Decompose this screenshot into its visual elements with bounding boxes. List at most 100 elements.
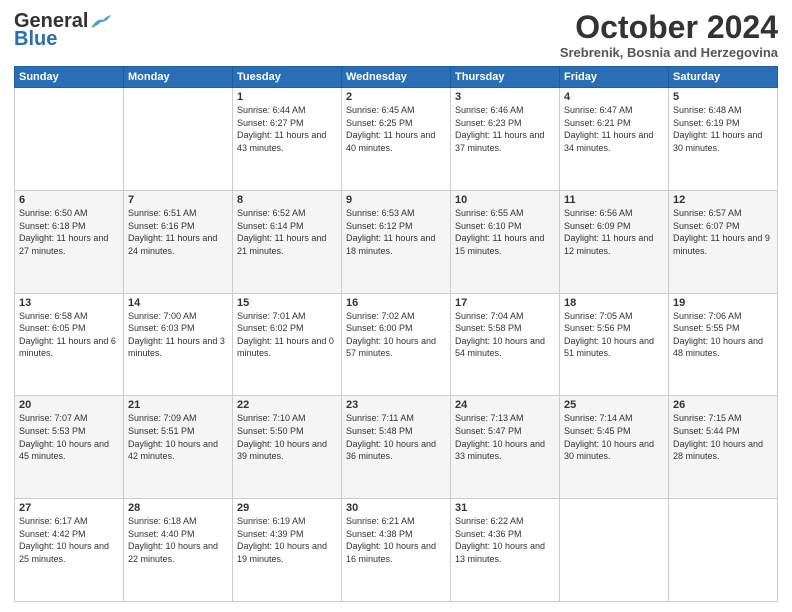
cell-info: Sunrise: 6:53 AMSunset: 6:12 PMDaylight:… bbox=[346, 207, 446, 257]
day-number: 3 bbox=[455, 91, 555, 103]
table-row: 23Sunrise: 7:11 AMSunset: 5:48 PMDayligh… bbox=[342, 396, 451, 499]
cell-info: Sunrise: 6:57 AMSunset: 6:07 PMDaylight:… bbox=[673, 207, 773, 257]
table-row: 22Sunrise: 7:10 AMSunset: 5:50 PMDayligh… bbox=[233, 396, 342, 499]
cell-info: Sunrise: 6:21 AMSunset: 4:38 PMDaylight:… bbox=[346, 515, 446, 565]
table-row: 27Sunrise: 6:17 AMSunset: 4:42 PMDayligh… bbox=[15, 499, 124, 602]
day-number: 10 bbox=[455, 194, 555, 206]
day-number: 25 bbox=[564, 399, 664, 411]
location-subtitle: Srebrenik, Bosnia and Herzegovina bbox=[560, 45, 778, 60]
day-number: 8 bbox=[237, 194, 337, 206]
day-number: 15 bbox=[237, 297, 337, 309]
title-block: October 2024 Srebrenik, Bosnia and Herze… bbox=[560, 10, 778, 60]
cell-info: Sunrise: 6:44 AMSunset: 6:27 PMDaylight:… bbox=[237, 104, 337, 154]
logo: General Blue bbox=[14, 10, 111, 51]
table-row: 28Sunrise: 6:18 AMSunset: 4:40 PMDayligh… bbox=[124, 499, 233, 602]
cell-info: Sunrise: 6:47 AMSunset: 6:21 PMDaylight:… bbox=[564, 104, 664, 154]
logo-blue: Blue bbox=[14, 28, 57, 51]
table-row bbox=[124, 88, 233, 191]
table-row: 18Sunrise: 7:05 AMSunset: 5:56 PMDayligh… bbox=[560, 293, 669, 396]
calendar-table: Sunday Monday Tuesday Wednesday Thursday… bbox=[14, 66, 778, 602]
cell-info: Sunrise: 7:14 AMSunset: 5:45 PMDaylight:… bbox=[564, 412, 664, 462]
cell-info: Sunrise: 7:15 AMSunset: 5:44 PMDaylight:… bbox=[673, 412, 773, 462]
table-row: 14Sunrise: 7:00 AMSunset: 6:03 PMDayligh… bbox=[124, 293, 233, 396]
table-row: 5Sunrise: 6:48 AMSunset: 6:19 PMDaylight… bbox=[669, 88, 778, 191]
day-number: 12 bbox=[673, 194, 773, 206]
header: General Blue October 2024 Srebrenik, Bos… bbox=[14, 10, 778, 60]
cell-info: Sunrise: 6:19 AMSunset: 4:39 PMDaylight:… bbox=[237, 515, 337, 565]
table-row: 9Sunrise: 6:53 AMSunset: 6:12 PMDaylight… bbox=[342, 190, 451, 293]
table-row: 13Sunrise: 6:58 AMSunset: 6:05 PMDayligh… bbox=[15, 293, 124, 396]
table-row: 11Sunrise: 6:56 AMSunset: 6:09 PMDayligh… bbox=[560, 190, 669, 293]
day-number: 17 bbox=[455, 297, 555, 309]
cell-info: Sunrise: 6:45 AMSunset: 6:25 PMDaylight:… bbox=[346, 104, 446, 154]
day-number: 22 bbox=[237, 399, 337, 411]
table-row: 1Sunrise: 6:44 AMSunset: 6:27 PMDaylight… bbox=[233, 88, 342, 191]
table-row: 15Sunrise: 7:01 AMSunset: 6:02 PMDayligh… bbox=[233, 293, 342, 396]
day-number: 18 bbox=[564, 297, 664, 309]
day-number: 1 bbox=[237, 91, 337, 103]
logo-bird-icon bbox=[89, 14, 111, 30]
day-number: 28 bbox=[128, 502, 228, 514]
cell-info: Sunrise: 7:04 AMSunset: 5:58 PMDaylight:… bbox=[455, 310, 555, 360]
day-number: 11 bbox=[564, 194, 664, 206]
day-number: 21 bbox=[128, 399, 228, 411]
day-number: 6 bbox=[19, 194, 119, 206]
cell-info: Sunrise: 7:00 AMSunset: 6:03 PMDaylight:… bbox=[128, 310, 228, 360]
cell-info: Sunrise: 6:46 AMSunset: 6:23 PMDaylight:… bbox=[455, 104, 555, 154]
day-number: 16 bbox=[346, 297, 446, 309]
table-row: 29Sunrise: 6:19 AMSunset: 4:39 PMDayligh… bbox=[233, 499, 342, 602]
table-row: 24Sunrise: 7:13 AMSunset: 5:47 PMDayligh… bbox=[451, 396, 560, 499]
cell-info: Sunrise: 6:56 AMSunset: 6:09 PMDaylight:… bbox=[564, 207, 664, 257]
cell-info: Sunrise: 7:13 AMSunset: 5:47 PMDaylight:… bbox=[455, 412, 555, 462]
day-number: 30 bbox=[346, 502, 446, 514]
table-row: 17Sunrise: 7:04 AMSunset: 5:58 PMDayligh… bbox=[451, 293, 560, 396]
table-row: 10Sunrise: 6:55 AMSunset: 6:10 PMDayligh… bbox=[451, 190, 560, 293]
cell-info: Sunrise: 6:18 AMSunset: 4:40 PMDaylight:… bbox=[128, 515, 228, 565]
cell-info: Sunrise: 7:10 AMSunset: 5:50 PMDaylight:… bbox=[237, 412, 337, 462]
table-row: 19Sunrise: 7:06 AMSunset: 5:55 PMDayligh… bbox=[669, 293, 778, 396]
cell-info: Sunrise: 7:02 AMSunset: 6:00 PMDaylight:… bbox=[346, 310, 446, 360]
day-number: 7 bbox=[128, 194, 228, 206]
day-number: 9 bbox=[346, 194, 446, 206]
day-number: 14 bbox=[128, 297, 228, 309]
cell-info: Sunrise: 7:06 AMSunset: 5:55 PMDaylight:… bbox=[673, 310, 773, 360]
table-row: 16Sunrise: 7:02 AMSunset: 6:00 PMDayligh… bbox=[342, 293, 451, 396]
day-number: 27 bbox=[19, 502, 119, 514]
day-number: 29 bbox=[237, 502, 337, 514]
table-row: 31Sunrise: 6:22 AMSunset: 4:36 PMDayligh… bbox=[451, 499, 560, 602]
day-number: 19 bbox=[673, 297, 773, 309]
day-number: 31 bbox=[455, 502, 555, 514]
table-row: 4Sunrise: 6:47 AMSunset: 6:21 PMDaylight… bbox=[560, 88, 669, 191]
table-row: 2Sunrise: 6:45 AMSunset: 6:25 PMDaylight… bbox=[342, 88, 451, 191]
cell-info: Sunrise: 7:11 AMSunset: 5:48 PMDaylight:… bbox=[346, 412, 446, 462]
day-number: 23 bbox=[346, 399, 446, 411]
day-number: 4 bbox=[564, 91, 664, 103]
table-row: 6Sunrise: 6:50 AMSunset: 6:18 PMDaylight… bbox=[15, 190, 124, 293]
cell-info: Sunrise: 6:58 AMSunset: 6:05 PMDaylight:… bbox=[19, 310, 119, 360]
month-title: October 2024 bbox=[560, 10, 778, 45]
header-tuesday: Tuesday bbox=[233, 67, 342, 88]
page: General Blue October 2024 Srebrenik, Bos… bbox=[0, 0, 792, 612]
header-friday: Friday bbox=[560, 67, 669, 88]
cell-info: Sunrise: 7:09 AMSunset: 5:51 PMDaylight:… bbox=[128, 412, 228, 462]
table-row bbox=[669, 499, 778, 602]
cell-info: Sunrise: 7:07 AMSunset: 5:53 PMDaylight:… bbox=[19, 412, 119, 462]
table-row: 26Sunrise: 7:15 AMSunset: 5:44 PMDayligh… bbox=[669, 396, 778, 499]
cell-info: Sunrise: 6:51 AMSunset: 6:16 PMDaylight:… bbox=[128, 207, 228, 257]
table-row bbox=[15, 88, 124, 191]
day-number: 26 bbox=[673, 399, 773, 411]
table-row: 12Sunrise: 6:57 AMSunset: 6:07 PMDayligh… bbox=[669, 190, 778, 293]
table-row: 21Sunrise: 7:09 AMSunset: 5:51 PMDayligh… bbox=[124, 396, 233, 499]
header-sunday: Sunday bbox=[15, 67, 124, 88]
cell-info: Sunrise: 6:48 AMSunset: 6:19 PMDaylight:… bbox=[673, 104, 773, 154]
cell-info: Sunrise: 6:50 AMSunset: 6:18 PMDaylight:… bbox=[19, 207, 119, 257]
day-number: 5 bbox=[673, 91, 773, 103]
day-number: 2 bbox=[346, 91, 446, 103]
header-saturday: Saturday bbox=[669, 67, 778, 88]
table-row: 8Sunrise: 6:52 AMSunset: 6:14 PMDaylight… bbox=[233, 190, 342, 293]
header-wednesday: Wednesday bbox=[342, 67, 451, 88]
day-number: 20 bbox=[19, 399, 119, 411]
day-number: 24 bbox=[455, 399, 555, 411]
header-thursday: Thursday bbox=[451, 67, 560, 88]
cell-info: Sunrise: 7:05 AMSunset: 5:56 PMDaylight:… bbox=[564, 310, 664, 360]
